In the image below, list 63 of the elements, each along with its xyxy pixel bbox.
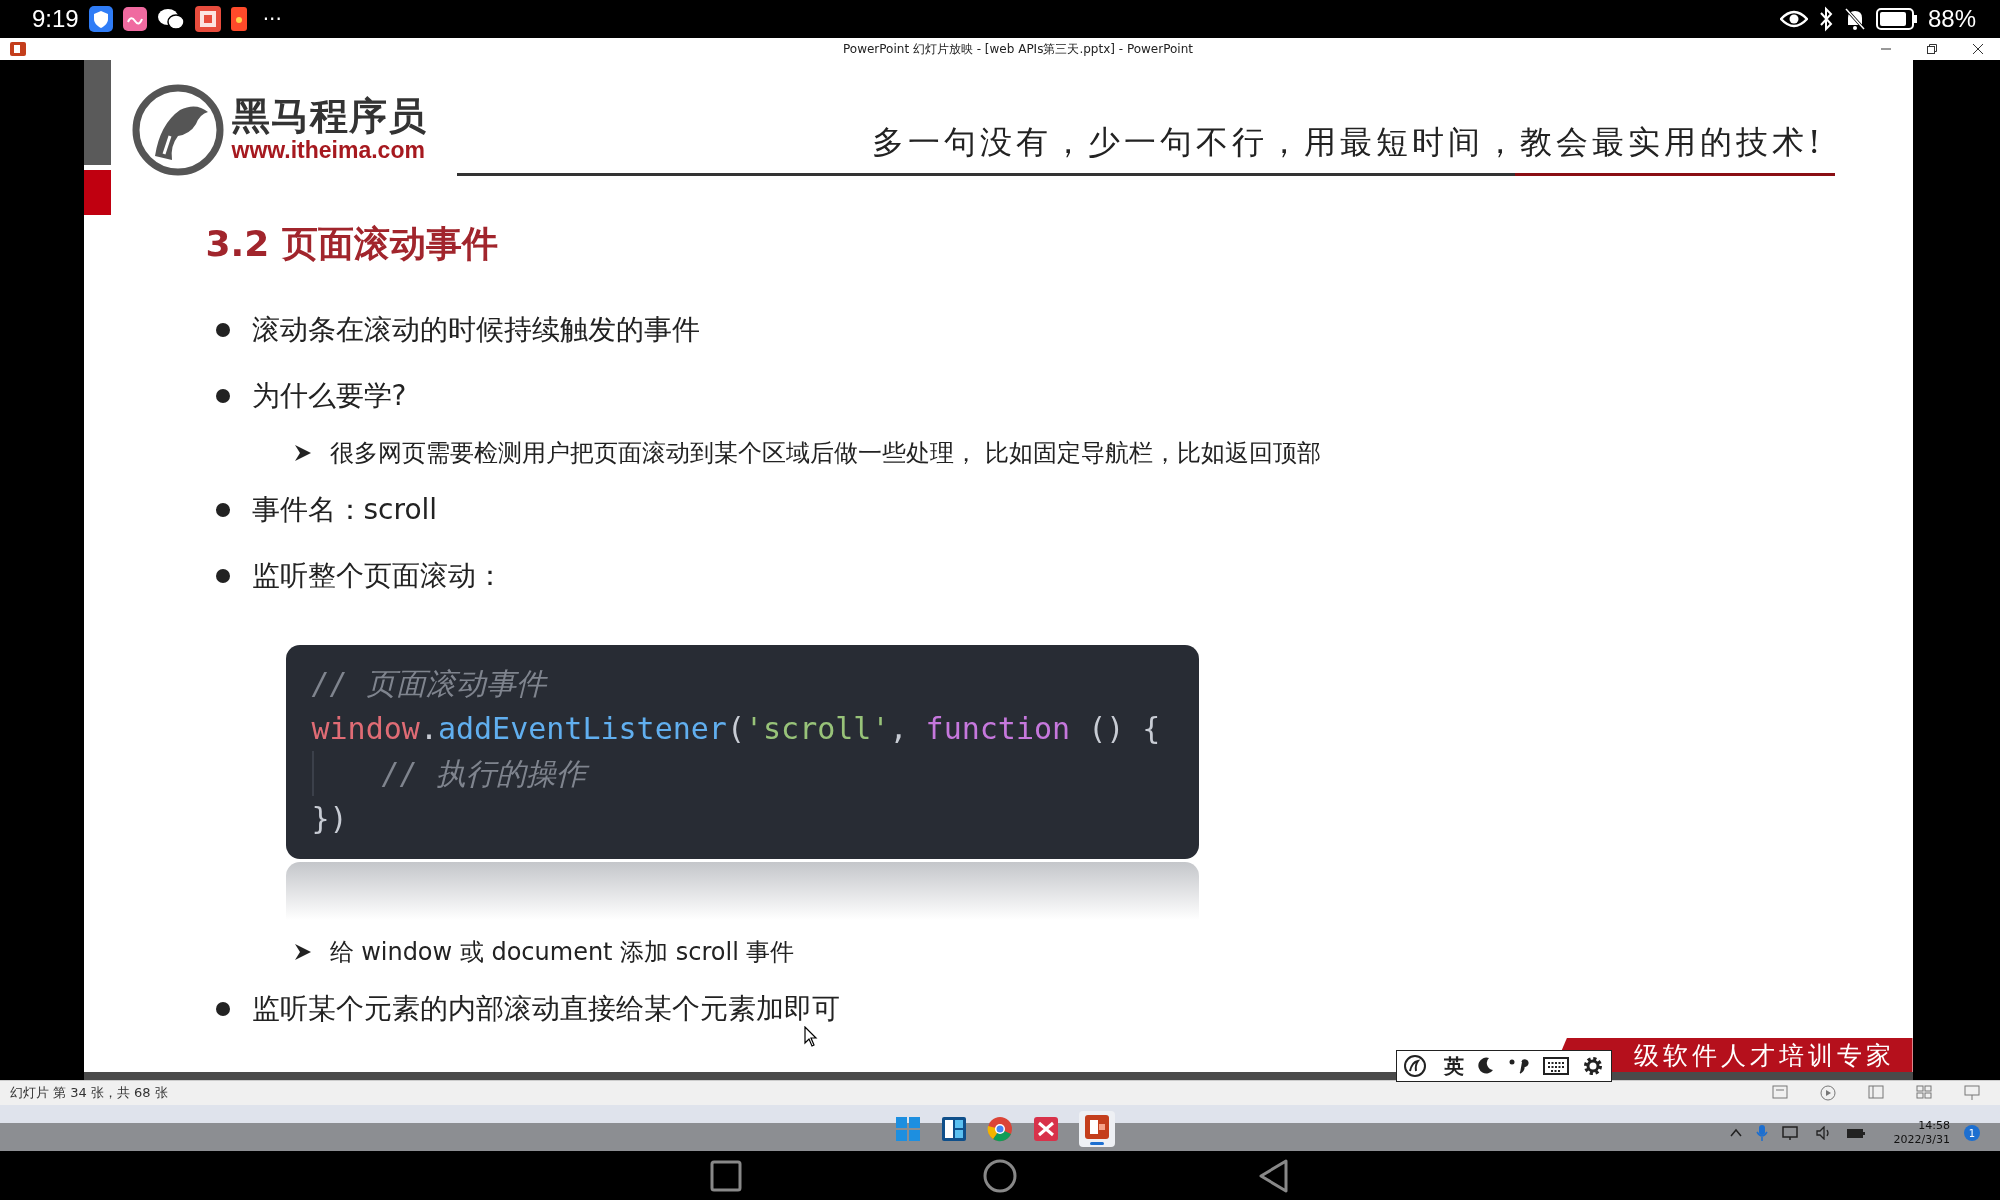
restore-icon[interactable] [1926,43,1938,55]
widgets-icon[interactable] [941,1116,967,1142]
taskbar-time[interactable]: 14:58 [1918,1118,1950,1133]
slogan: 多一句没有，少一句不行，用最短时间，教会最实用的技术! [871,122,1825,163]
bullet-dot-icon [215,1002,230,1016]
punctuation-icon[interactable] [1508,1056,1530,1076]
powerpoint-icon[interactable] [1084,1114,1110,1140]
window-title: PowerPoint 幻灯片放映 - [web APIs第三天.pptx] - PowerPoint [843,40,1193,58]
taskbar-date[interactable]: 2022/3/31 [1893,1133,1950,1148]
recents-icon[interactable] [710,1159,742,1192]
app-icon[interactable] [1033,1116,1059,1142]
bullet-text: 监听整个页面滚动： [251,558,504,594]
bullet-text: 为什么要学? [251,378,407,414]
battery-icon[interactable] [1845,1126,1866,1140]
bluetooth-icon [1817,6,1834,32]
logo-url: www.itheima.com [231,137,426,165]
app-icon [122,7,147,31]
sub-bullet-text: 很多网页需要检测用户把页面滚动到某个区域后做一些处理， 比如固定导航栏，比如返回顶部 [329,438,1322,469]
bullet-dot-icon [215,389,230,403]
bullet-text: 滚动条在滚动的时候持续触发的事件 [251,312,700,348]
windows-logo-icon[interactable] [895,1116,921,1142]
slide-accent-bar [83,170,111,215]
mouse-cursor-icon [803,1026,818,1048]
code-line: window.addEventListener('scroll', function () { [311,710,1161,748]
logo-name: 黑马程序员 [231,95,427,138]
slide-position: 幻灯片 第 34 张，共 68 张 [10,1084,168,1102]
eye-icon [1779,9,1808,29]
app-icon [194,6,221,32]
grid-view-icon[interactable] [1916,1085,1932,1099]
normal-view-icon[interactable] [1868,1085,1884,1099]
muted-bell-icon [1843,7,1866,31]
battery-icon [1875,8,1918,30]
chat-bubbles-icon [156,7,185,31]
bullet-text: 监听某个元素的内部滚动直接给某个元素加即可 [251,991,840,1027]
speaker-icon[interactable] [1815,1126,1832,1140]
bullet-dot-icon [215,503,230,517]
battery-percent: 88% [1927,5,1976,33]
banner-text: 级软件人才培训专家 [1633,1039,1895,1072]
slide-heading: 3.2 页面滚动事件 [205,222,499,266]
sub-bullet-text: 给 window 或 document 添加 scroll 事件 [329,937,795,968]
code-line: }) [311,800,348,838]
arrowhead-bullet-icon [293,444,312,462]
app-icon [230,7,247,31]
bullet-text: 事件名：scroll [251,492,438,528]
browser-icon[interactable] [987,1116,1013,1142]
chevron-up-icon[interactable] [1729,1128,1742,1138]
settings-icon[interactable] [1582,1055,1604,1077]
more-notifications: ··· [262,7,282,31]
home-icon[interactable] [982,1157,1018,1194]
shield-icon [88,6,113,32]
keyboard-icon[interactable] [1543,1057,1569,1075]
notification-badge[interactable]: 1 [1964,1125,1980,1141]
back-icon[interactable] [1258,1158,1290,1193]
powerpoint-icon [10,42,26,56]
ime-language-toggle[interactable]: 英 [1444,1052,1464,1080]
bullet-dot-icon [215,323,230,337]
moon-icon[interactable] [1477,1056,1495,1076]
arrowhead-bullet-icon [293,943,312,961]
close-icon[interactable] [1972,43,1984,55]
clock-time: 9:19 [32,5,79,33]
play-icon[interactable] [1820,1085,1836,1101]
code-line: // 页面滚动事件 [311,665,546,703]
bullet-dot-icon [215,569,230,583]
